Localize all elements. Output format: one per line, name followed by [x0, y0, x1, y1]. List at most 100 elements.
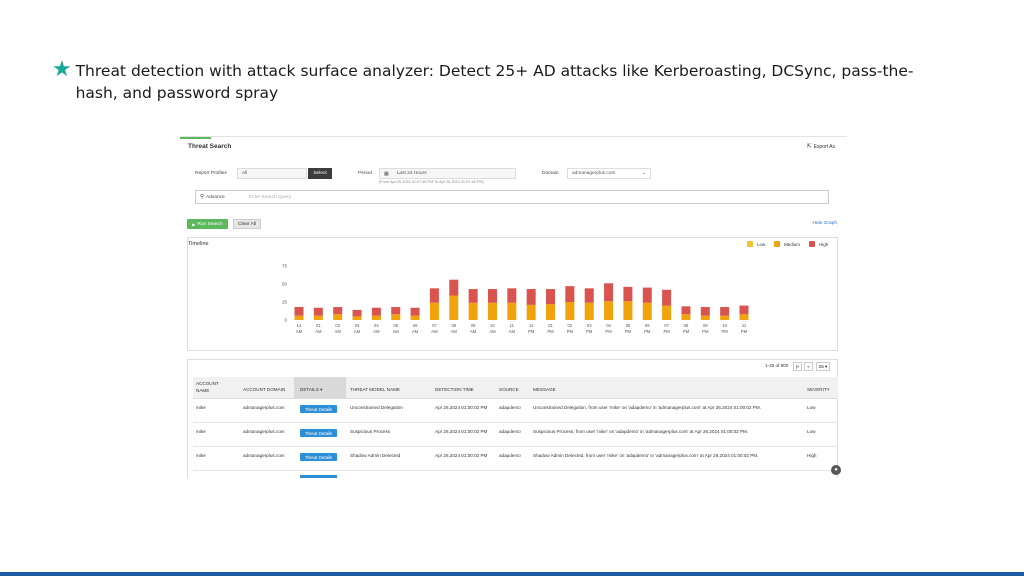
- bar-high[interactable]: [352, 309, 362, 317]
- bar-high[interactable]: [546, 289, 556, 305]
- row2-threat-details-button[interactable]: Threat Details: [300, 429, 337, 437]
- bar-medium[interactable]: [487, 302, 497, 320]
- x-tick-label: AM: [489, 329, 496, 334]
- x-tick-label: AM: [412, 329, 419, 334]
- row3-account-domain: admanagerplus.com: [243, 453, 285, 458]
- run-search-button[interactable]: ▶ Run Search: [187, 219, 228, 229]
- bar-high[interactable]: [429, 288, 439, 303]
- bar-medium[interactable]: [526, 304, 536, 320]
- bar-medium[interactable]: [700, 315, 710, 320]
- row1-source: adapdemo: [499, 405, 521, 410]
- bar-high[interactable]: [371, 307, 381, 316]
- report-profiles-field[interactable]: All: [237, 168, 307, 179]
- bar-high[interactable]: [681, 306, 691, 315]
- bar-high[interactable]: [623, 286, 633, 302]
- bar-high[interactable]: [642, 287, 652, 303]
- row4-threat-details-button[interactable]: [300, 475, 337, 478]
- hide-graph-link[interactable]: Hide Graph: [812, 221, 837, 226]
- x-tick-label: AM: [335, 329, 342, 334]
- col-source[interactable]: SOURCE: [499, 387, 519, 394]
- x-tick-label: 07: [432, 323, 437, 328]
- domain-select[interactable]: admanagerplus.com ⌄: [567, 168, 651, 179]
- bar-medium[interactable]: [507, 302, 517, 320]
- bar-high[interactable]: [333, 307, 343, 315]
- row-divider: [193, 422, 838, 423]
- x-tick-label: 04: [374, 323, 379, 328]
- bar-medium[interactable]: [294, 315, 304, 320]
- bar-medium[interactable]: [410, 315, 420, 320]
- bar-medium[interactable]: [429, 302, 439, 320]
- period-field[interactable]: ▦ Last 24 Hours: [379, 168, 516, 179]
- bar-medium[interactable]: [565, 302, 575, 320]
- bar-high[interactable]: [313, 307, 323, 316]
- legend-low[interactable]: Low: [747, 241, 765, 247]
- bar-high[interactable]: [739, 305, 749, 315]
- row1-account-name: mike: [196, 405, 206, 410]
- col-details[interactable]: DETAILS ▾: [300, 387, 322, 394]
- row3-threat-details-button[interactable]: Threat Details: [300, 453, 337, 461]
- bar-high[interactable]: [468, 289, 478, 303]
- bar-high[interactable]: [294, 307, 304, 316]
- bar-medium[interactable]: [333, 314, 343, 320]
- y-tick-label: 75: [282, 264, 288, 269]
- row3-source: adapdemo: [499, 453, 521, 458]
- bar-medium[interactable]: [371, 315, 381, 320]
- row-divider: [193, 446, 838, 447]
- x-tick-label: 09: [703, 323, 708, 328]
- prev-page-button[interactable]: «: [804, 362, 813, 371]
- row1-threat-details-button[interactable]: Threat Details: [300, 405, 337, 413]
- bar-medium[interactable]: [642, 302, 652, 320]
- bar-medium[interactable]: [352, 316, 362, 320]
- bar-medium[interactable]: [468, 302, 478, 320]
- bar-high[interactable]: [449, 279, 459, 296]
- bar-high[interactable]: [487, 289, 497, 303]
- bar-medium[interactable]: [313, 315, 323, 320]
- bar-medium[interactable]: [720, 315, 730, 320]
- col-detection-time[interactable]: DETECTION TIME: [435, 387, 474, 394]
- bar-medium[interactable]: [623, 301, 633, 320]
- timeline-chart: 025507512AM01AM02AM03AM04AM05AM06AM07AM0…: [282, 264, 749, 334]
- bar-high[interactable]: [662, 289, 672, 306]
- select-button[interactable]: Select: [308, 168, 332, 179]
- page-title: Threat Search: [188, 143, 232, 150]
- bar-medium[interactable]: [546, 304, 556, 320]
- bar-medium[interactable]: [391, 314, 401, 320]
- headline: ★ Threat detection with attack surface a…: [52, 59, 952, 104]
- bar-high[interactable]: [700, 307, 710, 316]
- col-account-name[interactable]: ACCOUNT NAME: [196, 381, 226, 394]
- x-tick-label: 03: [355, 323, 360, 328]
- bar-high[interactable]: [584, 288, 594, 303]
- period-value: Last 24 Hours: [396, 171, 427, 176]
- search-bar[interactable]: ⚲ Advance Enter Search Query: [195, 190, 829, 204]
- bar-high[interactable]: [604, 283, 614, 302]
- row2-source: adapdemo: [499, 429, 521, 434]
- col-threat-model[interactable]: THREAT MODEL NAME: [350, 387, 400, 394]
- search-input[interactable]: Enter Search Query: [249, 195, 291, 200]
- bar-medium[interactable]: [604, 301, 614, 320]
- clear-all-button[interactable]: Clear All: [233, 219, 261, 229]
- advance-label[interactable]: Advance: [206, 195, 225, 200]
- bar-medium[interactable]: [449, 295, 459, 320]
- bar-high[interactable]: [720, 307, 730, 316]
- page-size-select[interactable]: 25 ▾: [816, 362, 830, 371]
- bar-medium[interactable]: [681, 314, 691, 320]
- user-icon[interactable]: ●: [831, 465, 841, 475]
- col-severity[interactable]: SEVERITY: [807, 387, 830, 394]
- bar-high[interactable]: [391, 307, 401, 315]
- bar-medium[interactable]: [739, 314, 749, 320]
- bar-medium[interactable]: [584, 302, 594, 320]
- export-button[interactable]: ⇱ Export As: [807, 143, 835, 150]
- col-message[interactable]: MESSAGE: [533, 387, 556, 394]
- legend-medium[interactable]: Medium: [774, 241, 800, 247]
- bar-high[interactable]: [565, 286, 575, 302]
- bar-high[interactable]: [410, 307, 420, 316]
- row3-severity: High: [807, 453, 817, 458]
- domain-value: admanagerplus.com: [572, 171, 616, 176]
- first-page-button[interactable]: |«: [793, 362, 802, 371]
- bar-high[interactable]: [507, 288, 517, 303]
- bar-medium[interactable]: [662, 305, 672, 320]
- bar-high[interactable]: [526, 289, 536, 305]
- play-icon: ▶: [192, 221, 196, 227]
- col-account-domain[interactable]: ACCOUNT DOMAIN: [243, 387, 285, 394]
- legend-high[interactable]: High: [809, 241, 828, 247]
